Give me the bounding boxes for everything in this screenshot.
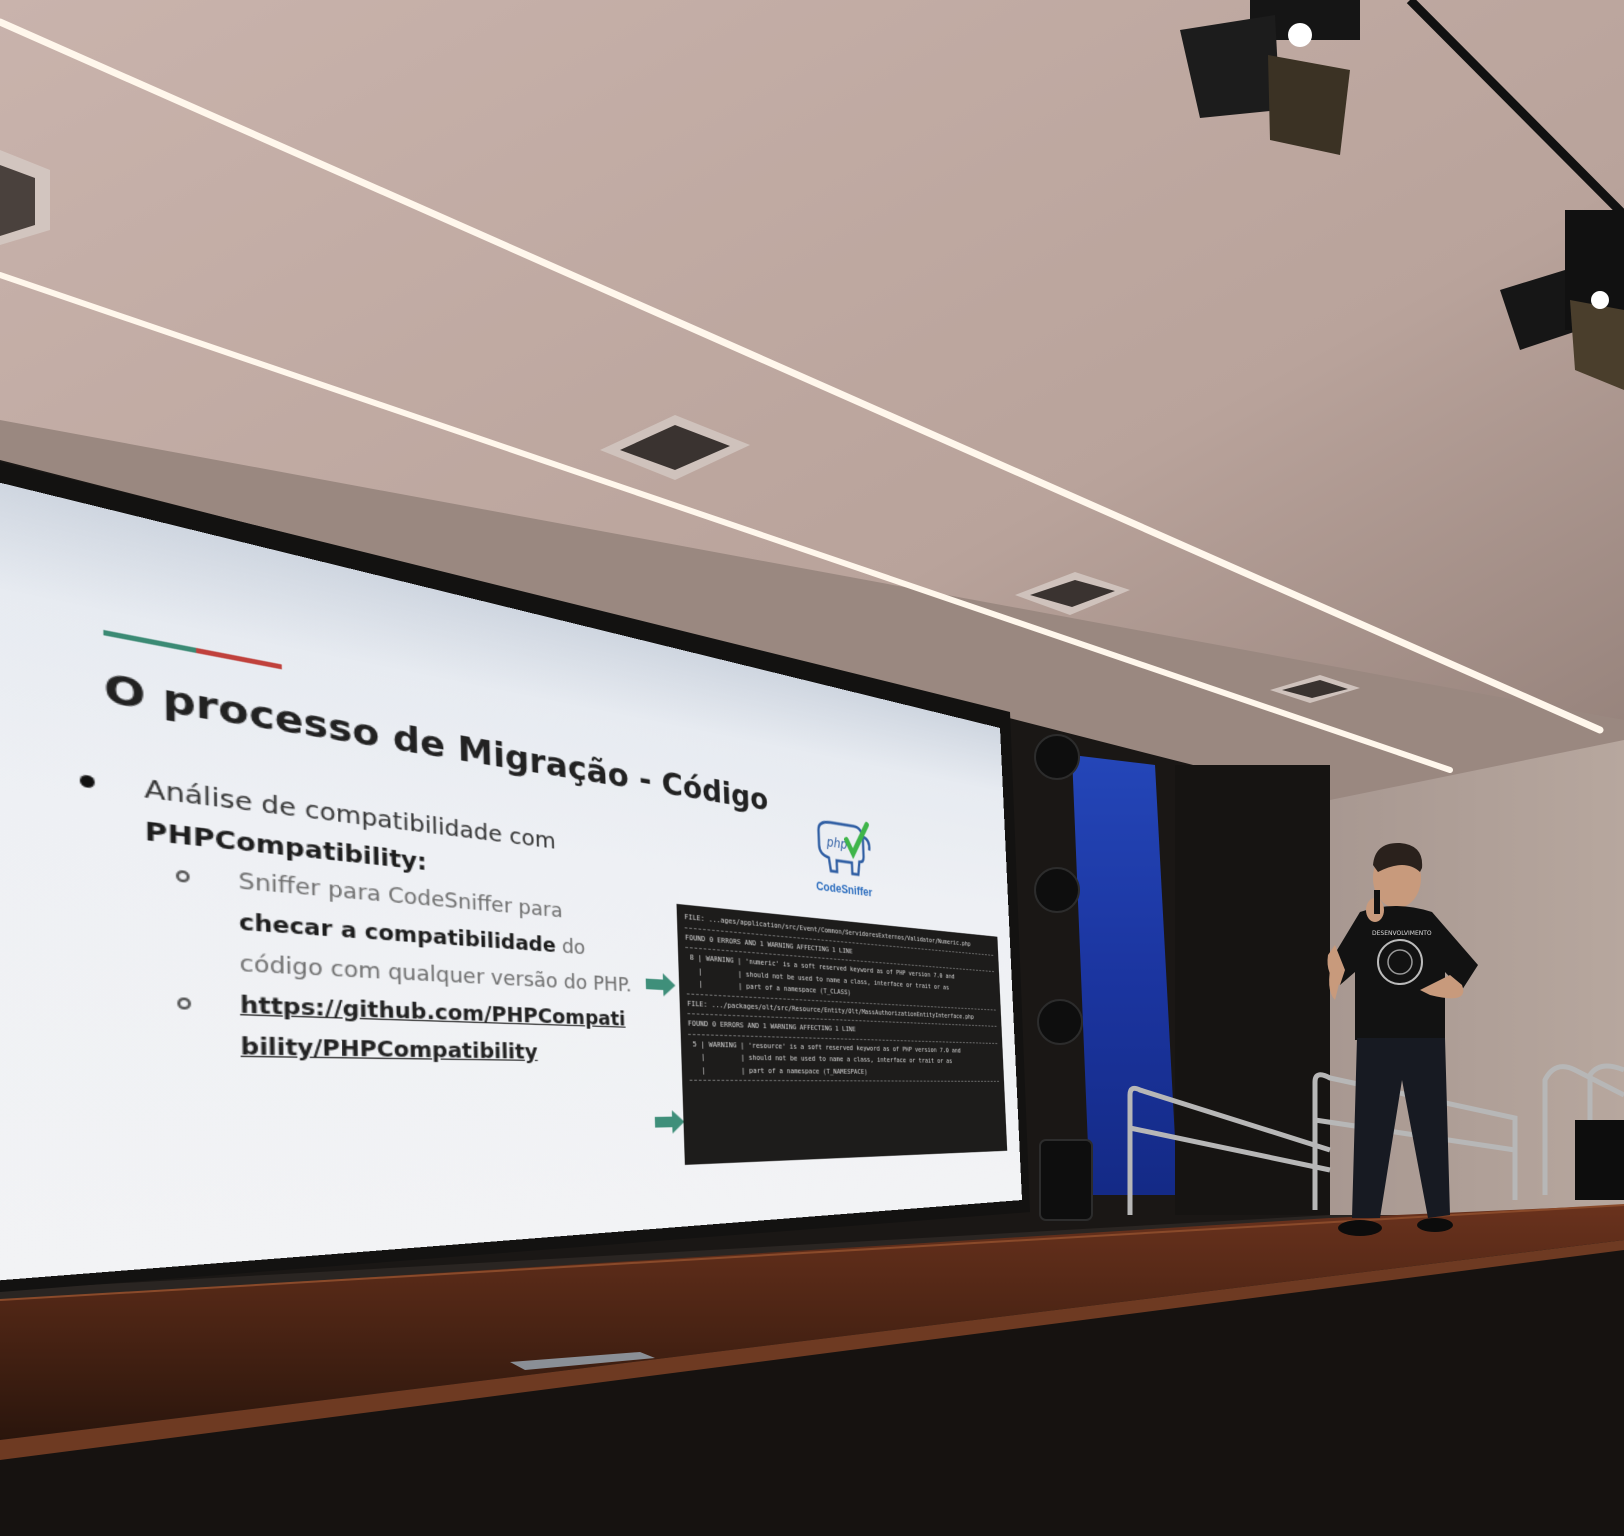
codesniffer-logo: php CodeSniffer xyxy=(807,811,879,914)
auditorium-scene: O processo de Migração - Código Análise … xyxy=(0,0,1624,1536)
php-elephant-check-icon: php xyxy=(807,811,878,886)
logo-php-text: php xyxy=(826,834,847,853)
floor-light xyxy=(1575,1120,1624,1200)
par-light-1 xyxy=(1034,734,1080,780)
par-light-2 xyxy=(1034,867,1080,913)
moving-head-light xyxy=(1039,1139,1093,1221)
par-light-3 xyxy=(1037,999,1083,1045)
sub-bullet-circle-icon xyxy=(177,997,192,1010)
terminal-separator xyxy=(689,1079,1000,1082)
phpcompatibility-link[interactable]: https://github.com/PHPCompatibility/PHPC… xyxy=(240,992,626,1064)
terminal-output: FILE: ...ages/application/src/Event/Comm… xyxy=(676,903,1008,1165)
stage-back-pillar xyxy=(1175,765,1330,1215)
